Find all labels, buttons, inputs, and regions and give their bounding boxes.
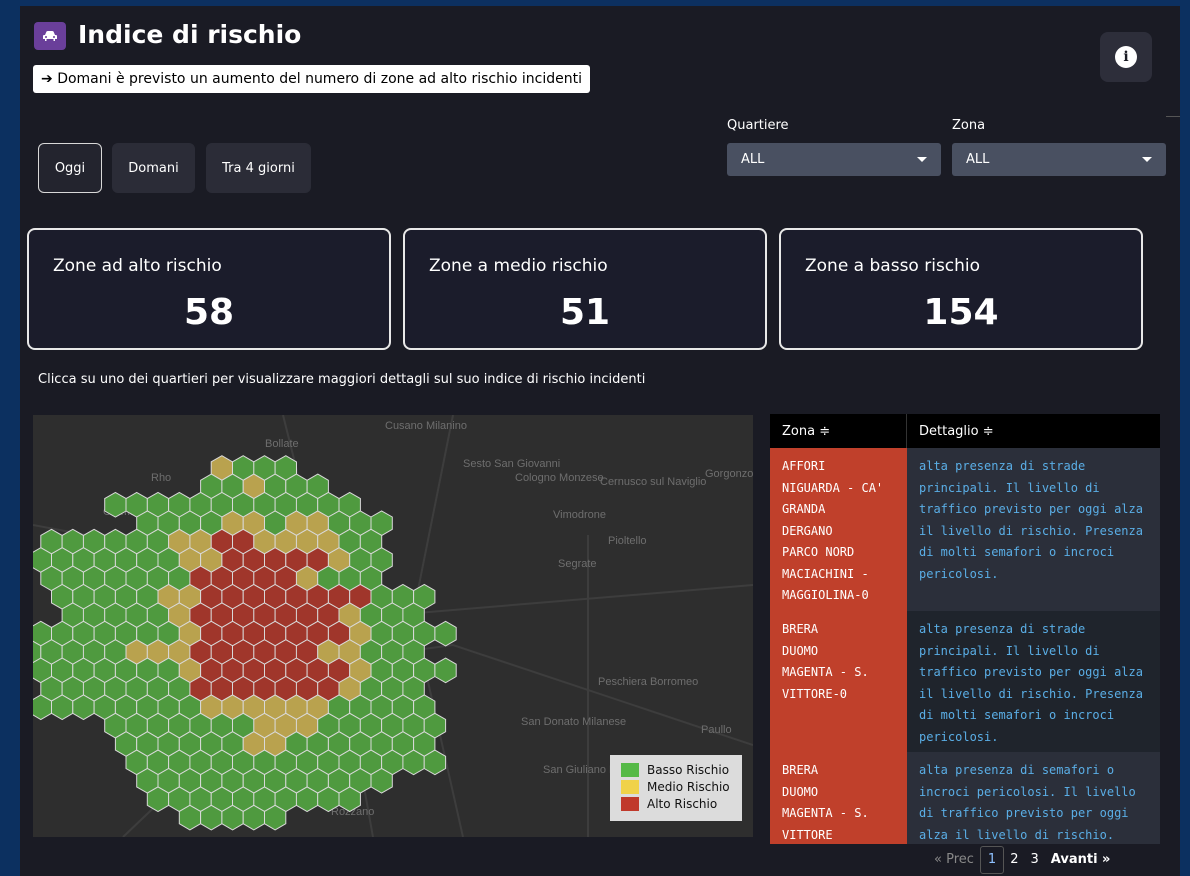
app-window: Indice di rischio ➔ Domani è previsto un… bbox=[20, 6, 1180, 876]
map-place-label: Sesto San Giovanni bbox=[463, 458, 560, 470]
chevron-down-icon bbox=[917, 157, 927, 162]
map-place-label: Pioltello bbox=[608, 535, 647, 547]
legend-alto: Alto Rischio bbox=[621, 795, 742, 812]
quartiere-select[interactable]: ALL bbox=[727, 143, 941, 176]
zona-select[interactable]: ALL bbox=[952, 143, 1166, 176]
card-value: 154 bbox=[923, 292, 999, 333]
card-label: Zone ad alto rischio bbox=[53, 256, 222, 276]
column-header-zona[interactable]: Zona ≑ bbox=[770, 414, 907, 448]
page-link-1[interactable]: 1 bbox=[979, 846, 1005, 874]
card-value: 58 bbox=[183, 292, 235, 333]
day-button-tra-4-giorni[interactable]: Tra 4 giorni bbox=[206, 143, 311, 193]
card-value: 51 bbox=[559, 292, 611, 333]
divider bbox=[1166, 116, 1180, 117]
risk-map[interactable]: Bollate Cusano Milanino Sesto San Giovanni… bbox=[33, 415, 753, 837]
legend-swatch bbox=[621, 762, 639, 777]
map-place-label: Paullo bbox=[701, 724, 732, 736]
car-glyph bbox=[43, 31, 57, 41]
quartiere-label: Quartiere bbox=[727, 118, 789, 133]
info-icon: i bbox=[1115, 46, 1137, 68]
map-place-label: Peschiera Borromeo bbox=[598, 676, 698, 688]
table-header: Zona ≑ Dettaglio ≑ bbox=[770, 414, 1160, 448]
card-basso-rischio: Zone a basso rischio 154 bbox=[779, 228, 1143, 350]
table-row[interactable]: BRERA DUOMO MAGENTA - S. VITTORE alta pr… bbox=[770, 752, 1160, 844]
card-label: Zone a medio rischio bbox=[429, 256, 608, 276]
info-button[interactable]: i bbox=[1100, 32, 1152, 82]
legend-label: Basso Rischio bbox=[647, 762, 730, 777]
arrow-icon: ➔ bbox=[41, 71, 53, 87]
quartiere-value: ALL bbox=[741, 152, 765, 167]
car-icon bbox=[34, 22, 66, 50]
hex-zone[interactable] bbox=[434, 620, 457, 647]
map-place-label: Rho bbox=[151, 472, 171, 484]
map-place-label: Cernusco sul Naviglio bbox=[600, 476, 706, 488]
forecast-banner: ➔ Domani è previsto un aumento del numer… bbox=[33, 65, 591, 93]
pagination: « Prec 1 2 3 Avanti » bbox=[928, 846, 1116, 874]
legend-label: Medio Rischio bbox=[647, 779, 730, 794]
map-place-label: Segrate bbox=[558, 558, 597, 570]
legend-swatch bbox=[621, 779, 639, 794]
cell-dettaglio: alta presenza di strade principali. Il l… bbox=[907, 448, 1160, 611]
cell-dettaglio: alta presenza di semafori o incroci peri… bbox=[907, 752, 1160, 844]
map-place-label: Gorgonzola bbox=[705, 468, 753, 480]
map-legend: Basso Rischio Medio Rischio Alto Rischio bbox=[610, 755, 742, 821]
day-button-oggi[interactable]: Oggi bbox=[38, 143, 102, 193]
cell-zona: BRERA DUOMO MAGENTA - S. VITTORE-0 bbox=[770, 611, 907, 752]
table-row[interactable]: AFFORI NIGUARDA - CA' GRANDA DERGANO PAR… bbox=[770, 448, 1160, 611]
zona-value: ALL bbox=[966, 152, 990, 167]
next-page-link[interactable]: Avanti » bbox=[1045, 847, 1117, 873]
card-alto-rischio: Zone ad alto rischio 58 bbox=[27, 228, 391, 350]
legend-label: Alto Rischio bbox=[647, 796, 718, 811]
page-link-3[interactable]: 3 bbox=[1024, 847, 1044, 873]
page-link-2[interactable]: 2 bbox=[1004, 847, 1024, 873]
zone-table: Zona ≑ Dettaglio ≑ AFFORI NIGUARDA - CA'… bbox=[770, 414, 1160, 844]
map-place-label: Bollate bbox=[265, 438, 299, 450]
day-button-domani[interactable]: Domani bbox=[112, 143, 195, 193]
cell-zona: BRERA DUOMO MAGENTA - S. VITTORE bbox=[770, 752, 907, 844]
cell-zona: AFFORI NIGUARDA - CA' GRANDA DERGANO PAR… bbox=[770, 448, 907, 611]
map-caption: Clicca su uno dei quartieri per visualiz… bbox=[38, 372, 646, 387]
prev-page-link[interactable]: « Prec bbox=[928, 847, 980, 873]
hex-grid[interactable] bbox=[33, 455, 457, 831]
cell-dettaglio: alta presenza di strade principali. Il l… bbox=[907, 611, 1160, 752]
hex-zone[interactable] bbox=[434, 657, 457, 684]
map-place-label: Vimodrone bbox=[553, 509, 606, 521]
card-label: Zone a basso rischio bbox=[805, 256, 981, 276]
page-title: Indice di rischio bbox=[78, 20, 302, 49]
card-medio-rischio: Zone a medio rischio 51 bbox=[403, 228, 767, 350]
zona-label: Zona bbox=[952, 118, 986, 133]
legend-medio: Medio Rischio bbox=[621, 778, 742, 795]
banner-text: Domani è previsto un aumento del numero … bbox=[57, 71, 583, 87]
table-row[interactable]: BRERA DUOMO MAGENTA - S. VITTORE-0 alta … bbox=[770, 611, 1160, 752]
legend-basso: Basso Rischio bbox=[621, 761, 742, 778]
map-place-label: Cologno Monzese bbox=[515, 472, 604, 484]
map-place-label: San Donato Milanese bbox=[521, 716, 626, 728]
map-place-label: Cusano Milanino bbox=[385, 420, 467, 432]
column-header-dettaglio[interactable]: Dettaglio ≑ bbox=[907, 414, 1160, 448]
legend-swatch bbox=[621, 796, 639, 811]
chevron-down-icon bbox=[1142, 157, 1152, 162]
